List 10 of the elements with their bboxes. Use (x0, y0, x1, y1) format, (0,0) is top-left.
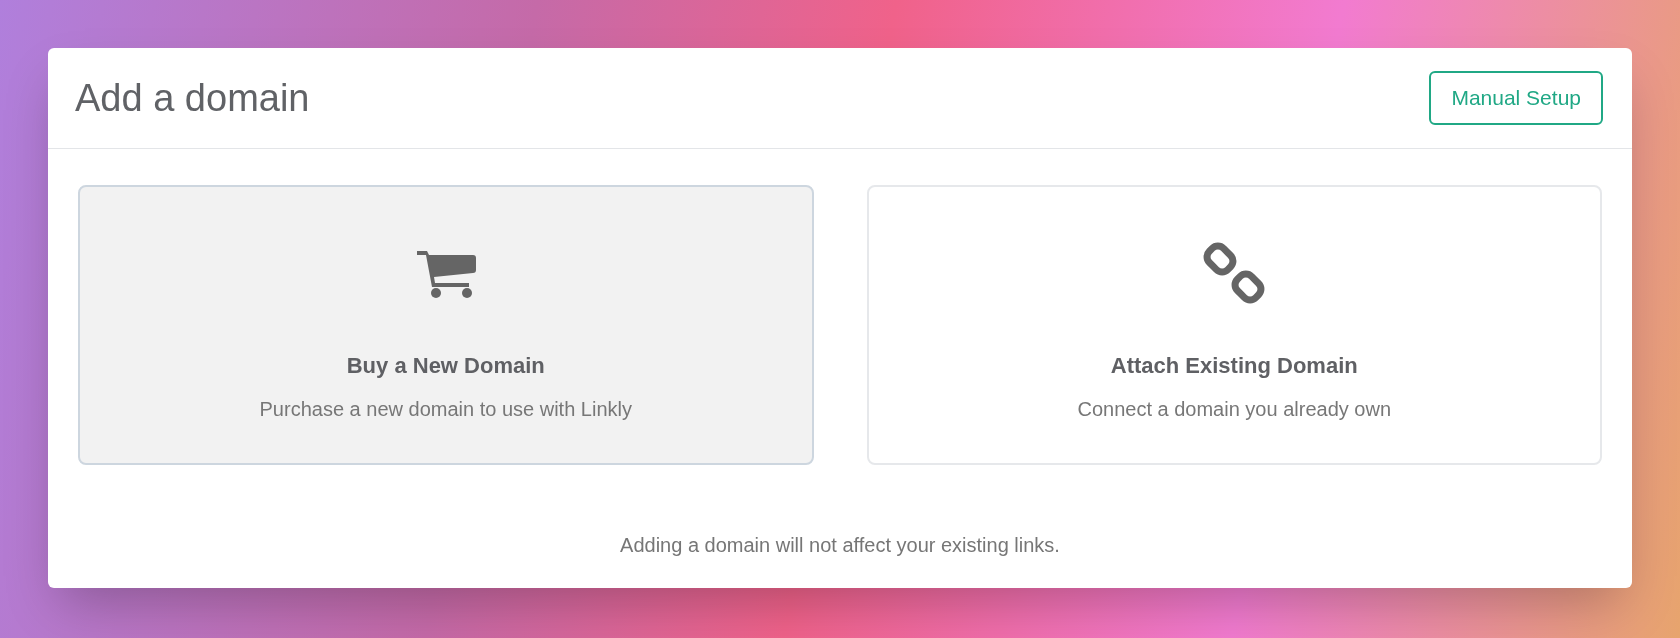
manual-setup-button[interactable]: Manual Setup (1429, 71, 1603, 125)
chain-link-icon (1203, 241, 1266, 305)
option-title: Attach Existing Domain (1110, 352, 1358, 380)
option-card[interactable]: Attach Existing Domain Connect a domain you already own (866, 185, 1602, 465)
option-title: Buy a New Domain (346, 352, 545, 380)
option-card[interactable]: Buy a New Domain Purchase a new domain to use with Linkly (78, 185, 814, 465)
option-description: Purchase a new domain to use with Linkly (259, 397, 632, 422)
option-description: Connect a domain you already own (1077, 397, 1391, 422)
info-note: Adding a domain will not affect your existing links. (619, 533, 1061, 558)
dialog-title: Add a domain (75, 75, 310, 121)
